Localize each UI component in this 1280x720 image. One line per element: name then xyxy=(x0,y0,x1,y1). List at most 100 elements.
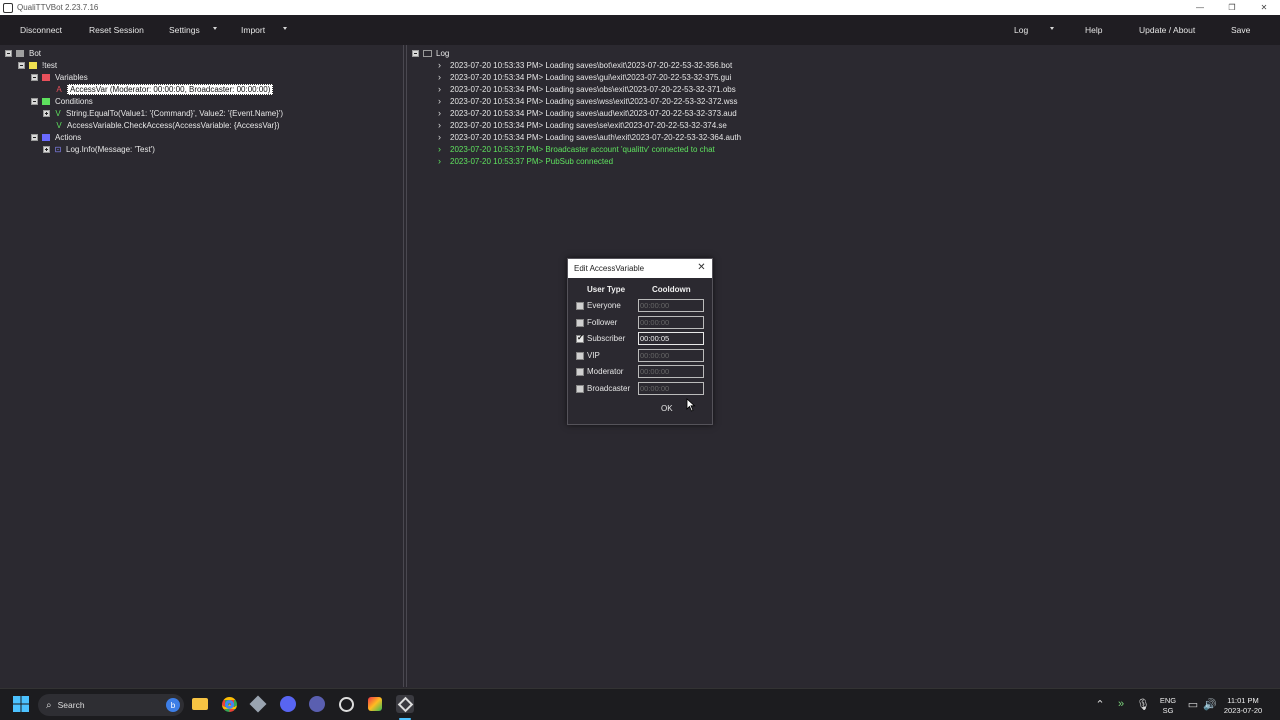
chevron-right-icon[interactable]: › xyxy=(438,108,448,118)
cooldown-input[interactable]: 00:00:05 xyxy=(638,332,704,346)
window-controls: — ❐ ✕ xyxy=(1184,0,1280,15)
chevron-right-icon[interactable]: › xyxy=(438,144,448,154)
user-type-checkbox[interactable] xyxy=(576,302,584,310)
collapse-icon[interactable] xyxy=(412,49,419,57)
minimize-button[interactable]: — xyxy=(1184,0,1216,15)
tree-node-variables[interactable]: Variables xyxy=(31,71,88,83)
log-entry[interactable]: › 2023-07-20 10:53:37 PM> PubSub connecte… xyxy=(438,155,613,167)
update-about-button[interactable]: Update / About xyxy=(1139,25,1195,35)
log-title: Log xyxy=(436,48,450,58)
action-type-icon: ⊡ xyxy=(54,144,62,154)
log-header[interactable]: Log xyxy=(412,47,449,59)
settings-menu[interactable]: Settings xyxy=(169,25,200,35)
log-menu[interactable]: Log xyxy=(1014,25,1028,35)
save-button[interactable]: Save xyxy=(1231,25,1250,35)
collapse-icon[interactable] xyxy=(31,133,38,141)
chevron-right-icon[interactable]: › xyxy=(438,96,448,106)
tree-node-condition-1[interactable]: V String.EqualTo(Value1: '{Command}', Va… xyxy=(43,107,283,119)
collapse-icon[interactable] xyxy=(18,61,25,69)
language-indicator[interactable]: ENG xyxy=(1158,696,1178,705)
tree-node-accessvar[interactable]: A AccessVar (Moderator: 00:00:00, Broadc… xyxy=(55,83,274,95)
log-entry[interactable]: › 2023-07-20 10:53:34 PM> Loading saves\w… xyxy=(438,95,738,107)
chrome-icon[interactable] xyxy=(220,695,238,713)
windows-start-icon[interactable] xyxy=(12,695,30,713)
close-icon[interactable]: ✕ xyxy=(695,261,708,274)
chevron-right-icon[interactable]: › xyxy=(438,132,448,142)
obs-icon[interactable] xyxy=(337,695,355,713)
collapse-icon[interactable] xyxy=(5,49,12,57)
tree-node-condition-2[interactable]: V AccessVariable.CheckAccess(AccessVaria… xyxy=(55,119,280,131)
ok-button[interactable]: OK xyxy=(661,404,673,413)
bing-icon: b xyxy=(166,698,180,712)
chevron-right-icon[interactable]: › xyxy=(438,84,448,94)
resolve-icon[interactable] xyxy=(366,695,384,713)
discord-icon[interactable] xyxy=(279,695,297,713)
condition-type-icon: V xyxy=(55,108,61,118)
cooldown-input[interactable]: 00:00:00 xyxy=(638,348,704,362)
log-entry[interactable]: › 2023-07-20 10:53:34 PM> Loading saves\o… xyxy=(438,83,736,95)
clock-date: 2023-07-20 xyxy=(1223,706,1263,715)
volume-icon[interactable]: 🔊 xyxy=(1201,695,1219,713)
tree-node-actions[interactable]: Actions xyxy=(31,131,81,143)
tree-label: Conditions xyxy=(55,96,93,106)
user-type-checkbox[interactable] xyxy=(576,385,584,393)
user-type-checkbox[interactable] xyxy=(576,333,584,344)
bot-tree-panel: Bot !test Variables A AccessVar (Moderat… xyxy=(0,45,404,687)
log-entry[interactable]: › 2023-07-20 10:53:37 PM> Broadcaster acc… xyxy=(438,143,715,155)
user-type-checkbox[interactable] xyxy=(576,351,584,360)
import-caret-icon xyxy=(283,27,287,30)
log-entry-text: 2023-07-20 10:53:37 PM> PubSub connected xyxy=(450,156,614,166)
collapse-icon[interactable] xyxy=(31,97,38,105)
user-type-checkbox[interactable] xyxy=(576,318,584,327)
cooldown-input[interactable]: 00:00:00 xyxy=(638,365,704,379)
disconnect-button[interactable]: Disconnect xyxy=(20,25,62,35)
tree-label: Log.Info(Message: 'Test') xyxy=(66,144,155,154)
microphone-icon[interactable]: 🎙 xyxy=(1134,695,1152,713)
chevron-right-icon[interactable]: › xyxy=(438,156,448,166)
user-type-checkbox[interactable] xyxy=(576,368,584,377)
network-icon[interactable]: ▭ xyxy=(1184,695,1202,713)
tree-node-command[interactable]: !test xyxy=(18,59,57,71)
chevron-right-icon[interactable]: › xyxy=(438,72,448,82)
app-icon-cube[interactable] xyxy=(249,695,267,713)
expand-icon[interactable] xyxy=(43,109,50,117)
collapse-icon[interactable] xyxy=(31,73,38,81)
tree-node-conditions[interactable]: Conditions xyxy=(31,95,93,107)
tree-label: !test xyxy=(42,60,58,70)
help-button[interactable]: Help xyxy=(1085,25,1102,35)
tree-node-action-1[interactable]: ⊡ Log.Info(Message: 'Test') xyxy=(43,143,155,155)
log-entry[interactable]: › 2023-07-20 10:53:34 PM> Loading saves\g… xyxy=(438,71,731,83)
command-node-icon xyxy=(29,61,37,69)
cooldown-input[interactable]: 00:00:00 xyxy=(638,315,704,329)
tray-chevron-up-icon[interactable]: ⌃ xyxy=(1091,695,1109,713)
cooldown-input[interactable]: 00:00:00 xyxy=(638,299,704,312)
file-explorer-icon[interactable] xyxy=(191,695,209,713)
app-icon-terminal[interactable] xyxy=(308,695,326,713)
import-menu[interactable]: Import xyxy=(241,25,265,35)
variable-type-icon: A xyxy=(56,84,62,94)
tray-app-icon[interactable]: » xyxy=(1112,695,1130,713)
chevron-right-icon[interactable]: › xyxy=(438,60,448,70)
log-entry-text: 2023-07-20 10:53:34 PM> Loading saves\au… xyxy=(450,108,737,118)
clock-time[interactable]: 11:01 PM xyxy=(1222,696,1264,705)
user-type-row: Moderator 00:00:00 xyxy=(576,365,706,379)
user-type-row: VIP 00:00:00 xyxy=(576,348,706,362)
qualittvbot-taskbar-icon[interactable] xyxy=(396,695,414,713)
log-entry[interactable]: › 2023-07-20 10:53:34 PM> Loading saves\a… xyxy=(438,131,741,143)
tree-label: Actions xyxy=(55,132,82,142)
expand-icon[interactable] xyxy=(43,145,50,153)
reset-session-button[interactable]: Reset Session xyxy=(89,25,144,35)
log-entry[interactable]: › 2023-07-20 10:53:34 PM> Loading saves\s… xyxy=(438,119,727,131)
close-window-button[interactable]: ✕ xyxy=(1248,0,1280,15)
tree-label: Bot xyxy=(29,48,42,58)
taskbar-search[interactable]: ⌕ Search b xyxy=(38,694,184,716)
restore-button[interactable]: ❐ xyxy=(1216,0,1248,15)
chevron-right-icon[interactable]: › xyxy=(438,120,448,130)
log-entry[interactable]: › 2023-07-20 10:53:34 PM> Loading saves\a… xyxy=(438,107,737,119)
mouse-cursor-icon xyxy=(686,398,696,412)
taskbar: ⌕ Search b ⌃ » 🎙 ENG SG ▭ 🔊 11:01 PM 202… xyxy=(0,688,1280,720)
log-entry[interactable]: › 2023-07-20 10:53:33 PM> Loading saves\b… xyxy=(438,59,732,71)
tree-node-bot[interactable]: Bot xyxy=(5,47,41,59)
cooldown-input[interactable]: 00:00:00 xyxy=(638,382,704,395)
tree-label: AccessVariable.CheckAccess(AccessVariabl… xyxy=(67,120,280,130)
